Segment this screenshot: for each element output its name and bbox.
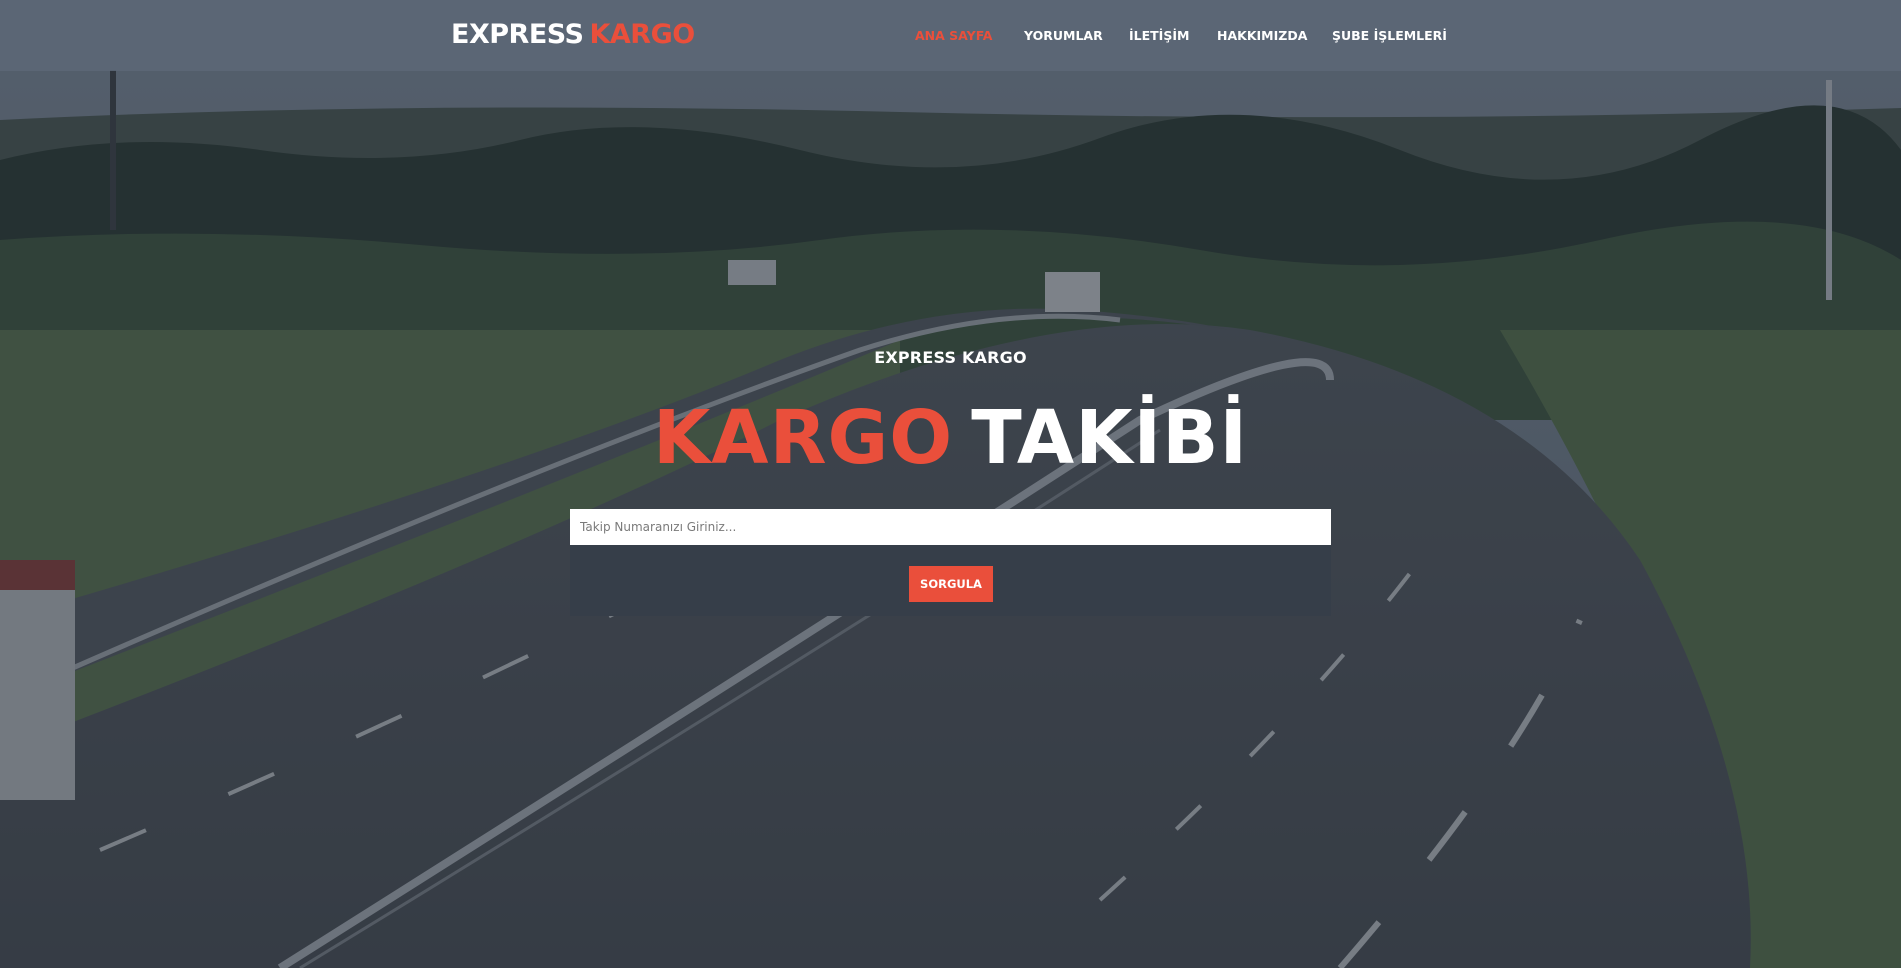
tracking-search-panel: SORGULA [570, 509, 1331, 616]
site-header: EXPRESS KARGO ANA SAYFA YORUMLAR İLETİŞİM… [0, 0, 1901, 71]
tracking-number-input[interactable] [570, 509, 1331, 545]
headline-takibi: TAKİBİ [971, 395, 1249, 481]
nav-item-hakkimizda[interactable]: HAKKIMIZDA [1217, 26, 1307, 46]
main-navigation: ANA SAYFA YORUMLAR İLETİŞİM HAKKIMIZDA Ş… [0, 26, 1901, 46]
nav-item-sube-islemleri[interactable]: ŞUBE İŞLEMLERİ [1332, 26, 1447, 46]
hero-eyebrow: EXPRESS KARGO [874, 348, 1027, 367]
nav-item-ana-sayfa[interactable]: ANA SAYFA [915, 26, 992, 46]
nav-item-iletisim[interactable]: İLETİŞİM [1129, 26, 1189, 46]
hero-dark-overlay [0, 0, 1901, 968]
headline-kargo: KARGO [652, 395, 954, 481]
nav-item-yorumlar[interactable]: YORUMLAR [1024, 26, 1103, 46]
hero-section [0, 0, 1901, 968]
hero-headline: KARGO TAKİBİ [0, 393, 1901, 483]
sorgula-button[interactable]: SORGULA [909, 566, 993, 602]
